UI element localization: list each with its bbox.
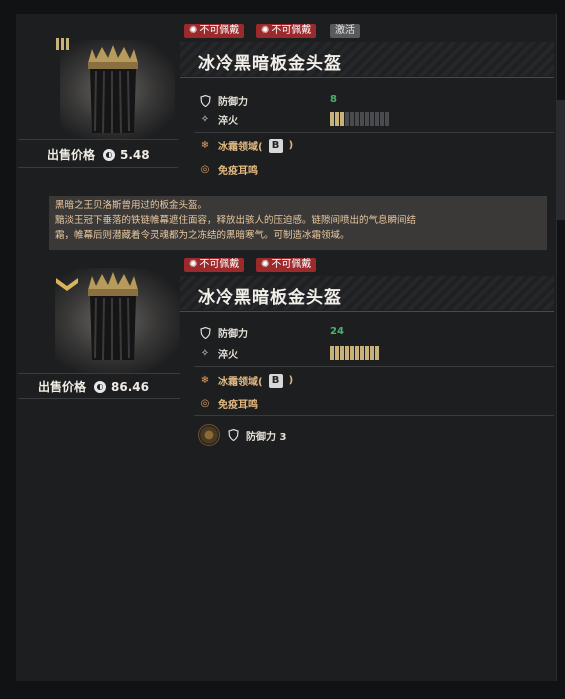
snowflake-icon: ❄ [200,375,210,386]
effect-frost-domain: ❄ 冰霜领域(B) [198,373,293,388]
rank-badge [56,38,69,50]
flame-icon: ✺ [189,25,198,36]
stat-defense: 防御力 [198,325,248,340]
flame-icon: ✺ [189,259,198,270]
flame-icon: ✺ [261,259,270,270]
coin-icon: ◐ [94,380,107,393]
tag-not-wearable: ✺ 不可佩戴 [184,24,245,38]
item-name: 冰冷黑暗板金头盔 [198,288,342,308]
tempering-bars [330,346,379,360]
coin-icon: ◐ [103,148,116,161]
defense-value: 24 [330,326,344,337]
tempering-icon: ✧ [200,114,210,125]
effect-frost-domain: ❄ 冰霜领域(B) [198,138,293,153]
helmet-image [88,45,138,134]
tag-active: 激活 [330,24,360,38]
flame-icon: ✺ [261,25,270,36]
tag-not-wearable: ✺ 不可佩戴 [256,258,317,272]
tag-not-wearable: ✺ 不可佩戴 [184,258,245,272]
grade-badge: B [268,373,283,388]
snowflake-icon: ❄ [200,140,210,151]
stat-tempering: ✧ 淬火 [198,112,238,127]
stat-defense: 防御力 [198,93,248,108]
helmet-image [88,272,138,361]
tag-not-wearable: ✺ 不可佩戴 [256,24,317,38]
scrollbar-track[interactable] [556,100,565,220]
ear-icon: ◎ [200,398,210,409]
gem-socket-icon [198,424,220,446]
sell-price: 出售价格 ◐ 86.46 [38,378,149,395]
chevron-rank-icon [56,278,78,291]
sell-price-label: 出售价格 [47,148,96,162]
sell-price: 出售价格 ◐ 5.48 [47,146,150,163]
tempering-icon: ✧ [200,348,210,359]
shield-icon [198,94,212,108]
effect-immune-tinnitus: ◎ 免疫耳鸣 [198,162,258,177]
socket-bonus: 防御力 3 [246,431,287,443]
tempering-bars [330,112,389,126]
stat-tempering: ✧ 淬火 [198,346,238,361]
grade-badge: B [268,138,283,153]
item-description: 黑暗之王贝洛斯曾用过的板金头盔。 黯淡王冠下垂落的铁链帷幕遮住面容，释放出骇人的… [49,196,547,250]
shield-icon [226,428,240,442]
defense-value: 8 [330,94,337,105]
ear-icon: ◎ [200,164,210,175]
sell-price-value: 86.46 [111,379,149,394]
shield-icon [198,326,212,340]
effect-immune-tinnitus: ◎ 免疫耳鸣 [198,396,258,411]
gem-socket[interactable]: 防御力 3 [198,424,286,446]
sell-price-value: 5.48 [120,147,150,162]
item-name: 冰冷黑暗板金头盔 [198,54,342,74]
sell-price-label: 出售价格 [38,380,87,394]
